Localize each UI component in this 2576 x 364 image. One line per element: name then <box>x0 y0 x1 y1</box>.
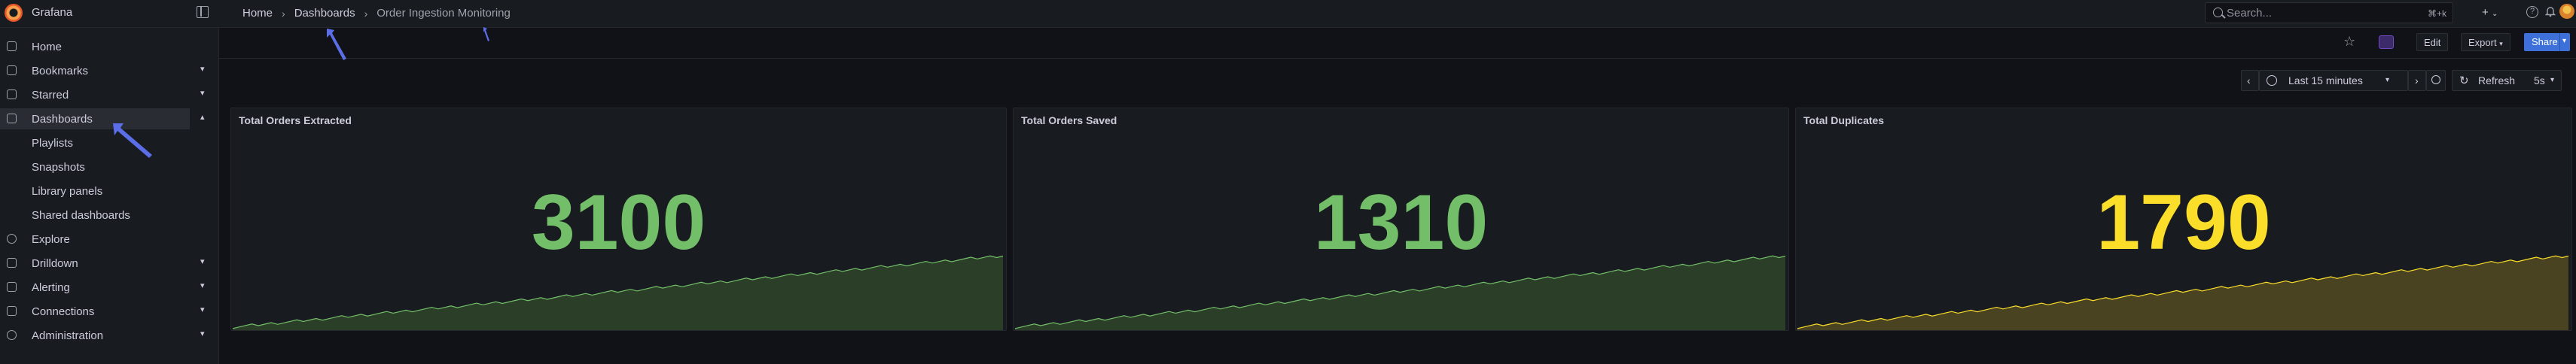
sidebar-item-starred[interactable]: Starred ▾ <box>0 84 215 105</box>
refresh-picker[interactable]: ↻ Refresh 5s ▾ <box>2452 70 2562 91</box>
compass-icon <box>7 234 17 244</box>
export-label: Export <box>2468 37 2497 48</box>
breadcrumb-current: Order Ingestion Monitoring <box>376 7 511 20</box>
sidebar-item-bookmarks[interactable]: Bookmarks ▾ <box>0 60 215 81</box>
sidebar-item-library-panels[interactable]: Library panels <box>32 185 102 198</box>
panel-title: Total Orders Extracted <box>239 114 352 126</box>
bookmark-icon <box>7 65 17 75</box>
chevron-down-icon[interactable]: ▾ <box>200 88 205 98</box>
dock-menu-icon[interactable] <box>197 6 209 18</box>
sidebar-item-drilldown[interactable]: Drilldown ▾ <box>0 253 215 274</box>
zoom-out-button[interactable] <box>2426 70 2446 91</box>
time-back-button[interactable]: ‹ <box>2241 70 2259 91</box>
share-button[interactable]: Share ▾ <box>2524 33 2570 51</box>
annotation-arrow-icon <box>327 29 346 60</box>
chevron-down-icon[interactable]: ▾ <box>200 256 205 266</box>
panel-title: Total Duplicates <box>1803 114 1885 126</box>
avatar[interactable] <box>2559 4 2574 19</box>
chevron-down-icon[interactable]: ▾ <box>200 281 205 290</box>
edit-button[interactable]: Edit <box>2416 33 2449 51</box>
time-forward-button[interactable]: › <box>2408 70 2426 91</box>
time-range-label: Last 15 minutes <box>2288 74 2363 86</box>
gear-icon <box>7 330 17 340</box>
plus-icon: + <box>2482 6 2489 19</box>
sidebar-item-shared-dashboards[interactable]: Shared dashboards <box>32 209 130 222</box>
sidebar-item-label: Alerting <box>32 281 70 294</box>
sidebar-item-connections[interactable]: Connections ▾ <box>0 301 215 322</box>
refresh-interval: 5s <box>2534 74 2545 86</box>
sidebar-item-home[interactable]: Home <box>0 36 215 57</box>
refresh-icon: ↻ <box>2459 74 2469 87</box>
search-icon <box>2213 8 2223 17</box>
star-icon[interactable]: ☆ <box>2343 34 2355 50</box>
sidebar-item-label: Drilldown <box>32 257 78 270</box>
sidebar-item-label: Administration <box>32 329 104 342</box>
sidebar-item-label: Explore <box>32 233 70 246</box>
clock-icon <box>2267 75 2277 86</box>
chevron-down-icon[interactable]: ▾ <box>2562 37 2566 45</box>
sidebar-item-playlists[interactable]: Playlists <box>32 137 73 150</box>
sidebar-item-label: Home <box>32 41 62 53</box>
extension-icon[interactable] <box>2379 35 2394 49</box>
stat-panel-total-orders-extracted[interactable]: Total Orders Extracted 3100 <box>230 108 1007 331</box>
bell-icon <box>7 282 17 292</box>
annotation-arrow-icon <box>113 123 152 158</box>
drilldown-icon <box>7 258 17 268</box>
search-placeholder: Search... <box>2227 7 2273 20</box>
chevron-right-icon: › <box>2415 74 2419 86</box>
zoom-out-icon <box>2431 75 2440 84</box>
dashboard-toolbar <box>219 28 2576 59</box>
share-divider <box>2559 33 2560 51</box>
share-label: Share <box>2532 36 2558 47</box>
star-icon <box>7 89 17 99</box>
sidebar-item-alerting[interactable]: Alerting ▾ <box>0 277 215 298</box>
chevron-left-icon: ‹ <box>2247 74 2251 86</box>
chevron-down-icon: ▾ <box>2499 40 2503 47</box>
chevron-right-icon: › <box>282 7 285 20</box>
chevron-right-icon: › <box>364 7 368 20</box>
dashboards-icon <box>7 114 17 123</box>
brand-name: Grafana <box>32 6 73 19</box>
sparkline <box>1797 255 2569 330</box>
plug-icon <box>7 306 17 316</box>
sidebar: Home Bookmarks ▾ Starred ▾ Dashboards ▴ … <box>0 28 219 364</box>
sidebar-item-snapshots[interactable]: Snapshots <box>32 161 85 174</box>
sidebar-item-administration[interactable]: Administration ▾ <box>0 325 215 346</box>
sidebar-item-label: Dashboards <box>32 113 93 126</box>
refresh-label: Refresh <box>2478 74 2516 86</box>
breadcrumb-home[interactable]: Home <box>242 7 273 20</box>
chevron-down-icon[interactable]: ▾ <box>200 329 205 338</box>
panel-title: Total Orders Saved <box>1021 114 1117 126</box>
sidebar-item-explore[interactable]: Explore <box>0 229 215 250</box>
sidebar-item-label: Bookmarks <box>32 65 89 77</box>
sparkline <box>232 255 1004 330</box>
export-button[interactable]: Export ▾ <box>2461 33 2510 51</box>
chevron-down-icon: ▾ <box>2550 76 2555 84</box>
notifications-icon[interactable] <box>2545 5 2556 17</box>
sidebar-item-label: Connections <box>32 305 95 318</box>
stat-panel-total-duplicates[interactable]: Total Duplicates 1790 <box>1795 108 2572 331</box>
breadcrumb: Home › Dashboards › Order Ingestion Moni… <box>242 7 511 20</box>
chevron-down-icon: ⌄ <box>2491 10 2498 18</box>
sidebar-item-label: Starred <box>32 89 69 102</box>
chevron-down-icon[interactable]: ▾ <box>200 64 205 74</box>
chevron-down-icon[interactable]: ▾ <box>200 305 205 314</box>
sidebar-item-dashboards[interactable]: Dashboards <box>0 108 190 129</box>
breadcrumb-dashboards[interactable]: Dashboards <box>294 7 355 20</box>
grafana-logo-icon[interactable] <box>5 4 23 22</box>
chevron-up-icon[interactable]: ▴ <box>200 112 205 122</box>
time-range-picker[interactable]: Last 15 minutes ▾ <box>2259 70 2408 91</box>
search-input[interactable]: Search... ⌘+k <box>2205 2 2453 23</box>
chevron-down-icon: ▾ <box>2385 76 2390 84</box>
search-shortcut: ⌘+k <box>2427 8 2446 19</box>
sparkline <box>1014 255 1786 330</box>
home-icon <box>7 41 17 51</box>
stat-panel-total-orders-saved[interactable]: Total Orders Saved 1310 <box>1013 108 1789 331</box>
top-bar: Grafana Home › Dashboards › Order Ingest… <box>0 0 2576 28</box>
annotation-arrow-icon <box>483 27 489 41</box>
new-button[interactable]: + ⌄ <box>2482 6 2498 19</box>
help-icon[interactable]: ? <box>2526 6 2538 18</box>
